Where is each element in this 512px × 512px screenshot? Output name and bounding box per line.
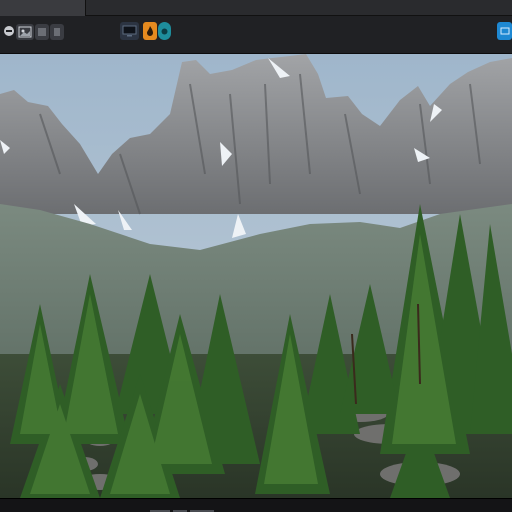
flame-icon[interactable] [143, 22, 157, 40]
render-viewport[interactable] [0, 54, 512, 498]
title-bar [0, 0, 512, 16]
main-toolbar [0, 16, 512, 66]
app-window [0, 0, 512, 512]
status-indicator [150, 501, 240, 512]
app-icon[interactable] [2, 24, 16, 38]
mountain-forest-render [0, 54, 512, 498]
record-icon[interactable] [158, 22, 171, 40]
window-icon[interactable] [497, 22, 512, 40]
panel-icon[interactable] [50, 24, 64, 40]
status-bar [0, 498, 512, 512]
display-icon[interactable] [120, 22, 139, 40]
layers-icon[interactable] [35, 24, 49, 40]
document-tab[interactable] [0, 0, 86, 16]
image-icon[interactable] [16, 24, 34, 40]
